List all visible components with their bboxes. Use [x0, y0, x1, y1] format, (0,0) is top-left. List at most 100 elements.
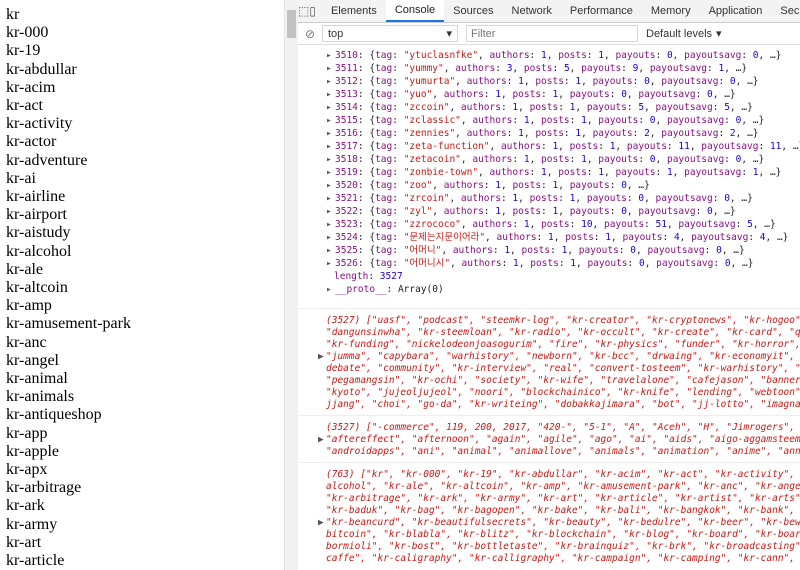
- entry-tag: "zeta-function": [403, 141, 490, 152]
- devtools-panel: ⬚ ▯ Elements Console Sources Network Perform…: [298, 0, 800, 570]
- expand-triangle-icon[interactable]: ▸: [326, 140, 335, 153]
- expand-triangle-icon[interactable]: ▸: [326, 205, 335, 218]
- log-line-text: (3527) ["-commerce", 119, 200, 2017, "42…: [326, 422, 800, 433]
- tag-list-item: kr-antiqueshop: [6, 406, 102, 424]
- array-entry-row[interactable]: ▸ 3514: {tag: "zccoin", authors: 1, posts…: [298, 101, 800, 114]
- entry-avg: 1: [718, 63, 725, 74]
- entry-avg: 1: [752, 167, 759, 178]
- expand-triangle-icon[interactable]: ▸: [326, 75, 335, 88]
- tab-memory[interactable]: Memory: [642, 0, 700, 22]
- expand-triangle-icon[interactable]: ▸: [326, 283, 335, 296]
- tab-elements[interactable]: Elements: [322, 0, 386, 22]
- array-entry-row[interactable]: ▸ 3522: {tag: "zyl", authors: 1, posts: 1…: [298, 205, 800, 218]
- log-line: ▶ "jumma", "capybara", "warhistory", "new…: [298, 351, 800, 363]
- array-entry-row[interactable]: ▸ 3520: {tag: "zoo", authors: 1, posts: 1…: [298, 179, 800, 192]
- inspect-element-icon[interactable]: ⬚: [298, 0, 309, 22]
- array-entry-row[interactable]: ▸ 3526: {tag: "어머니시", authors: 1, posts: …: [298, 257, 800, 270]
- proto-row[interactable]: ▸ __proto__: Array(0): [298, 283, 800, 296]
- tab-security[interactable]: Security: [771, 0, 800, 22]
- log-line-text: "kr-beancurd", "kr-beautifulsecrets", "k…: [326, 517, 800, 528]
- entry-authors: 1: [518, 128, 524, 139]
- array-entry-row[interactable]: ▸ 3525: {tag: "어머니", authors: 1, posts: 1…: [298, 244, 800, 257]
- expand-triangle-icon[interactable]: ▸: [326, 49, 335, 62]
- tab-application[interactable]: Application: [700, 0, 772, 22]
- expand-triangle-icon[interactable]: ▸: [326, 62, 335, 75]
- entry-avg: 11: [769, 141, 782, 152]
- array-entry-row[interactable]: ▸ 3513: {tag: "yuo", authors: 1, posts: 1…: [298, 88, 800, 101]
- tag-list-item: kr-actor: [6, 133, 57, 151]
- array-entry-row[interactable]: ▸ 3512: {tag: "yumurta", authors: 1, post…: [298, 75, 800, 88]
- console-log-blocks: (3527) ["uasf", "podcast", "steemkr-log"…: [298, 308, 800, 569]
- array-entry-row[interactable]: ▸ 3518: {tag: "zetacoin", authors: 1, pos…: [298, 153, 800, 166]
- entry-authors: 1: [504, 245, 511, 256]
- array-entry-row[interactable]: ▸ 3521: {tag: "zrcoin", authors: 1, posts…: [298, 192, 800, 205]
- console-log-entry[interactable]: (763) ["kr", "kr-000", "kr-19", "kr-abdu…: [298, 462, 800, 569]
- entry-payouts: 0: [621, 89, 627, 100]
- entry-payouts: 0: [630, 245, 636, 256]
- entry-index: 3514: [335, 102, 358, 113]
- tag-list-item: kr-activity: [6, 115, 73, 133]
- array-entry-row[interactable]: ▸ 3515: {tag: "zclassic", authors: 1, pos…: [298, 114, 800, 127]
- entry-authors: 1: [541, 50, 547, 61]
- entry-tag: "어머니": [403, 245, 442, 256]
- console-log-entry[interactable]: (3527) ["-commerce", 119, 200, 2017, "42…: [298, 415, 800, 462]
- proto-key: __proto__: [335, 284, 387, 295]
- expand-triangle-icon[interactable]: ▸: [326, 127, 335, 140]
- device-toggle-icon[interactable]: ▯: [309, 0, 316, 22]
- console-log-entry[interactable]: (3527) ["uasf", "podcast", "steemkr-log"…: [298, 308, 800, 415]
- array-entry-row[interactable]: ▸ 3524: {tag: "문제는지문이어라", authors: 1, pos…: [298, 231, 800, 244]
- console-toolbar: ⊘ top ▾ Default levels ▾: [298, 23, 800, 45]
- entry-tag: "ytuclasnfke": [403, 50, 479, 61]
- filter-input[interactable]: [466, 25, 638, 42]
- entry-payouts: 0: [621, 206, 627, 217]
- context-selector[interactable]: top ▾: [322, 25, 458, 42]
- expand-arrow-icon[interactable]: ▶: [318, 351, 324, 363]
- array-entry-row[interactable]: ▸ 3517: {tag: "zeta-function", authors: 1…: [298, 140, 800, 153]
- expand-triangle-icon[interactable]: ▸: [326, 101, 335, 114]
- entry-avg: 0: [729, 76, 736, 87]
- entry-avg: 5: [747, 219, 753, 230]
- clear-console-icon[interactable]: ⊘: [298, 27, 322, 41]
- tag-list-item: kr-altcoin: [6, 279, 68, 297]
- log-line-text: "dangunsinwha", "kr-steemloan", "kr-radi…: [326, 327, 800, 338]
- entry-avg: 0: [716, 245, 722, 256]
- expand-triangle-icon[interactable]: ▸: [326, 257, 335, 270]
- tab-network[interactable]: Network: [503, 0, 561, 22]
- array-entries: ▸ 3510: {tag: "ytuclasnfke", authors: 1, …: [298, 45, 800, 270]
- expand-triangle-icon[interactable]: ▸: [326, 231, 335, 244]
- array-entry-row[interactable]: ▸ 3523: {tag: "zzrococo", authors: 1, pos…: [298, 218, 800, 231]
- tag-list-item: kr-arbitrage: [6, 479, 82, 497]
- entry-index: 3510: [335, 50, 358, 61]
- array-entry-row[interactable]: ▸ 3510: {tag: "ytuclasnfke", authors: 1, …: [298, 49, 800, 62]
- expand-triangle-icon[interactable]: ▸: [326, 88, 335, 101]
- log-line-text: "jumma", "capybara", "warhistory", "newb…: [326, 351, 800, 362]
- entry-payouts: 51: [655, 219, 667, 230]
- expand-triangle-icon[interactable]: ▸: [326, 166, 335, 179]
- expand-triangle-icon[interactable]: ▸: [326, 114, 335, 127]
- expand-triangle-icon[interactable]: ▸: [326, 179, 335, 192]
- log-line-text: "kr-funding", "nickelodeonjoasogurim", "…: [326, 339, 800, 350]
- tab-console[interactable]: Console: [385, 0, 445, 22]
- expand-triangle-icon[interactable]: ▸: [326, 192, 335, 205]
- array-entry-row[interactable]: ▸ 3516: {tag: "zennies", authors: 1, post…: [298, 127, 800, 140]
- entry-tag: "zzrococo": [403, 219, 461, 230]
- array-entry-row[interactable]: ▸ 3519: {tag: "zonbie-town", authors: 1, …: [298, 166, 800, 179]
- tab-sources[interactable]: Sources: [444, 0, 502, 22]
- expand-triangle-icon[interactable]: ▸: [326, 153, 335, 166]
- entry-avg: 2: [729, 128, 736, 139]
- log-levels-dropdown[interactable]: Default levels ▾: [646, 27, 722, 41]
- expand-arrow-icon[interactable]: ▶: [318, 434, 324, 446]
- tab-performance[interactable]: Performance: [561, 0, 642, 22]
- expand-triangle-icon[interactable]: ▸: [326, 218, 335, 231]
- page-scrollbar[interactable]: [284, 0, 298, 570]
- entry-posts: 1: [609, 141, 616, 152]
- array-entry-row[interactable]: ▸ 3511: {tag: "yummy", authors: 3, posts:…: [298, 62, 800, 75]
- entry-index: 3520: [335, 180, 358, 191]
- expand-triangle-icon[interactable]: ▸: [326, 244, 335, 257]
- expand-arrow-icon[interactable]: ▶: [318, 517, 324, 529]
- entry-payouts: 0: [644, 76, 650, 87]
- entry-posts: 1: [605, 232, 611, 243]
- entry-index: 3526: [335, 258, 358, 269]
- entry-index: 3519: [335, 167, 358, 178]
- scrollbar-thumb[interactable]: [287, 10, 296, 38]
